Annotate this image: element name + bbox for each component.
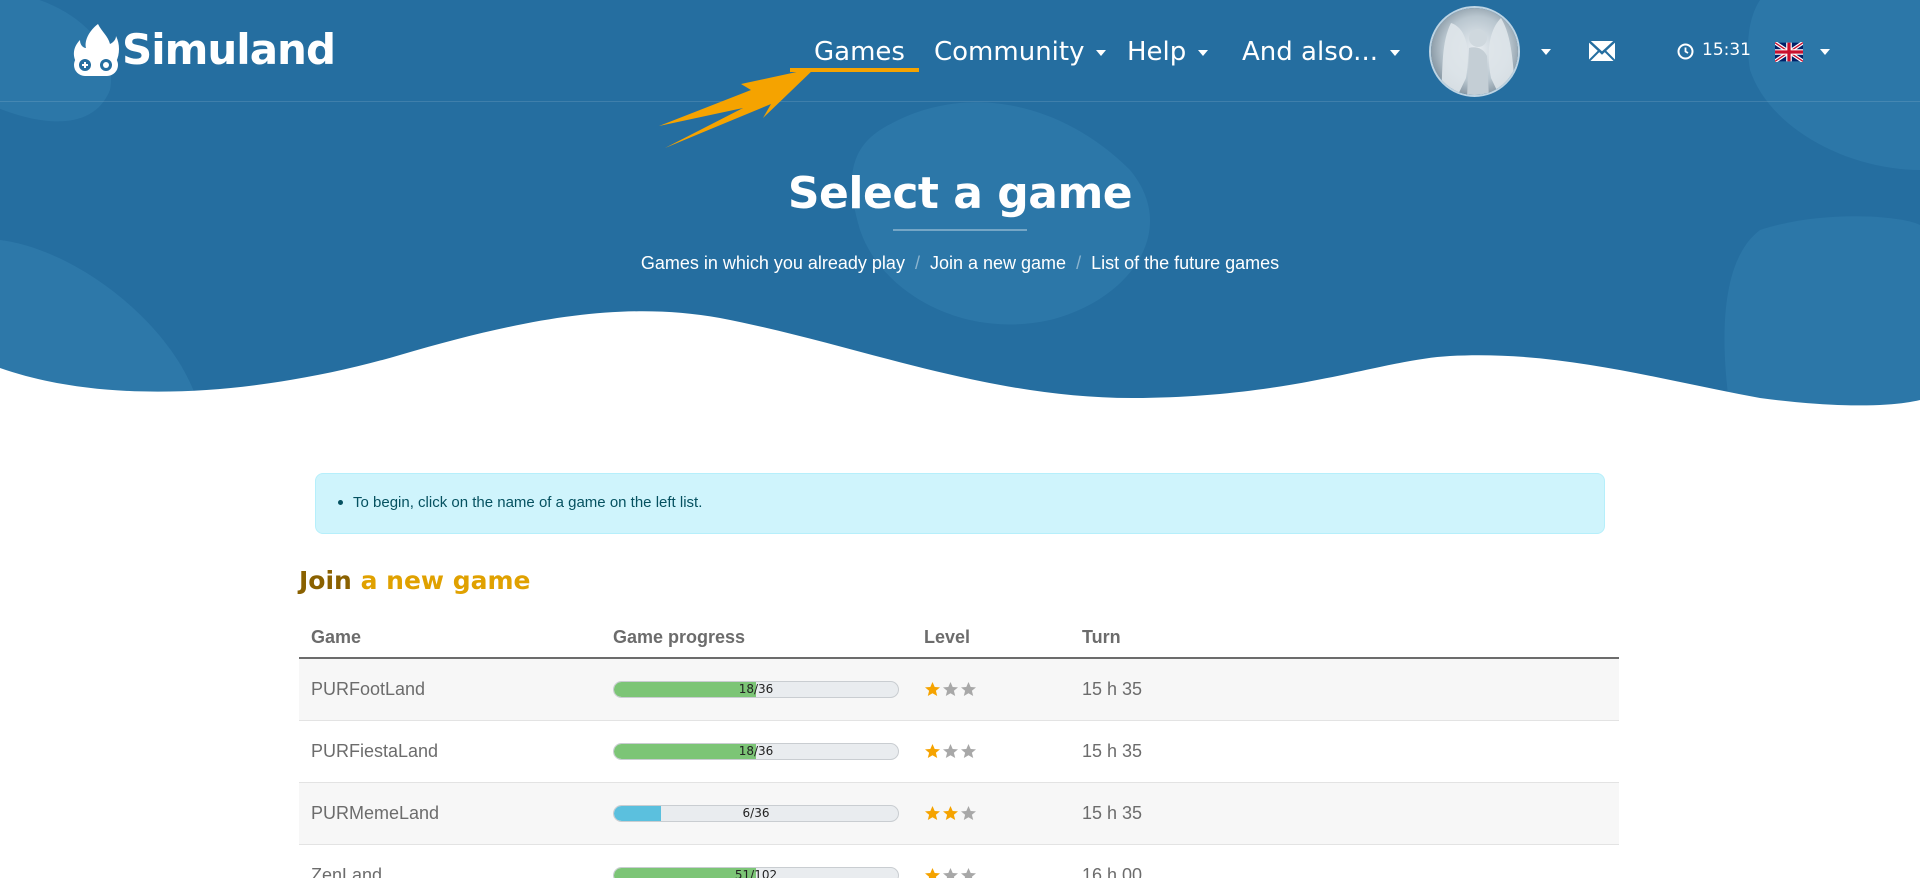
star-icon xyxy=(961,867,976,878)
level-stars xyxy=(924,867,1058,878)
game-progress-cell: 6/36 xyxy=(601,782,912,845)
game-turn: 16 h 00 xyxy=(1082,864,1143,878)
game-name[interactable]: PURFootLand xyxy=(311,679,425,699)
page-title: Select a game xyxy=(787,168,1133,219)
alert-item: To begin, click on the name of a game on… xyxy=(338,494,1604,511)
section-title-rest: a new game xyxy=(360,566,531,595)
game-level-cell xyxy=(912,720,1070,783)
column-header-turn[interactable]: Turn xyxy=(1070,617,1619,659)
info-alert: To begin, click on the name of a game on… xyxy=(315,473,1605,534)
hero-banner: Simuland Games Community Help And also..… xyxy=(0,0,1920,410)
chevron-down-icon xyxy=(1198,50,1209,56)
gamepad-flame-icon xyxy=(73,24,119,76)
language-chevron-icon[interactable] xyxy=(1820,49,1830,55)
column-header-level[interactable]: Level xyxy=(912,617,1070,659)
game-name-cell[interactable]: PURMemeLand xyxy=(299,782,601,845)
breadcrumb-separator: / xyxy=(1076,253,1082,273)
table-row[interactable]: PURMemeLand 6/36 15 h 35 xyxy=(299,782,1619,845)
games-table: Game Game progress Level Turn PURFootLan… xyxy=(299,617,1619,878)
nav-and-also-label: And also... xyxy=(1242,37,1378,67)
chevron-down-icon xyxy=(1096,50,1107,56)
alert-list: To begin, click on the name of a game on… xyxy=(338,494,1604,511)
breadcrumb-separator: / xyxy=(914,253,920,273)
progress-bar: 51/102 xyxy=(613,866,899,878)
breadcrumb: Games in which you already play / Join a n… xyxy=(0,253,1920,274)
game-name-cell[interactable]: PURFootLand xyxy=(299,658,601,721)
progress-label: 51/102 xyxy=(734,867,778,878)
section-title-word1: Join xyxy=(299,566,352,595)
level-stars xyxy=(924,681,1058,698)
game-turn-cell: 15 h 35 xyxy=(1070,658,1619,721)
clock-icon xyxy=(1677,43,1694,60)
level-stars xyxy=(924,805,1058,822)
column-header-game[interactable]: Game xyxy=(299,617,601,659)
simuland-logo[interactable]: Simuland xyxy=(72,22,336,78)
table-row[interactable]: PURFiestaLand 18/36 15 h 35 xyxy=(299,720,1619,783)
game-level-cell xyxy=(912,782,1070,845)
user-menu-chevron-icon[interactable] xyxy=(1541,49,1551,55)
nav-help[interactable]: Help xyxy=(1127,30,1209,74)
section-title: Join a new game xyxy=(299,566,530,595)
game-progress-cell: 18/36 xyxy=(601,658,912,721)
star-icon xyxy=(961,743,976,758)
star-icon xyxy=(925,681,940,696)
game-turn: 15 h 35 xyxy=(1082,678,1143,699)
title-divider xyxy=(893,229,1027,231)
brand-name: Simuland xyxy=(122,25,336,74)
progress-label: 6/36 xyxy=(742,805,770,820)
star-icon xyxy=(925,805,940,820)
game-turn: 15 h 35 xyxy=(1082,802,1143,823)
star-icon xyxy=(943,867,958,878)
arrow-annotation-icon xyxy=(659,68,815,148)
game-name-cell[interactable]: PURFiestaLand xyxy=(299,720,601,783)
game-name[interactable]: PURFiestaLand xyxy=(311,741,438,761)
star-icon xyxy=(943,681,958,696)
star-icon xyxy=(961,805,976,820)
game-turn: 15 h 35 xyxy=(1082,740,1143,761)
game-name[interactable]: ZenLand xyxy=(311,865,382,878)
uk-flag-icon[interactable] xyxy=(1775,42,1803,62)
server-time: 15:31 xyxy=(1702,40,1751,60)
nav-and-also[interactable]: And also... xyxy=(1242,30,1400,74)
game-level-cell xyxy=(912,658,1070,721)
nav-community-label: Community xyxy=(934,37,1085,67)
breadcrumb-join-new-game[interactable]: Join a new game xyxy=(930,253,1066,273)
nav-games-label: Games xyxy=(814,37,905,67)
game-level-cell xyxy=(912,844,1070,878)
table-row[interactable]: ZenLand 51/102 16 h 00 xyxy=(299,844,1619,878)
level-stars xyxy=(924,743,1058,760)
column-header-progress[interactable]: Game progress xyxy=(601,617,912,659)
avatar-image xyxy=(1431,8,1518,95)
game-progress-cell: 51/102 xyxy=(601,844,912,878)
envelope-icon[interactable] xyxy=(1588,39,1616,63)
progress-label: 18/36 xyxy=(738,681,774,696)
star-icon xyxy=(961,681,976,696)
star-icon xyxy=(925,867,940,878)
game-turn-cell: 16 h 00 xyxy=(1070,844,1619,878)
star-icon xyxy=(943,743,958,758)
nav-community[interactable]: Community xyxy=(934,30,1107,74)
game-progress-cell: 18/36 xyxy=(601,720,912,783)
table-header-row: Game Game progress Level Turn xyxy=(299,617,1619,659)
star-icon xyxy=(943,805,958,820)
game-turn-cell: 15 h 35 xyxy=(1070,782,1619,845)
game-name[interactable]: PURMemeLand xyxy=(311,803,439,823)
progress-label: 18/36 xyxy=(738,743,774,758)
chevron-down-icon xyxy=(1389,50,1400,56)
star-icon xyxy=(925,743,940,758)
user-avatar[interactable] xyxy=(1429,6,1520,97)
nav-help-label: Help xyxy=(1127,37,1187,67)
table-row[interactable]: PURFootLand 18/36 15 h 35 xyxy=(299,658,1619,721)
game-turn-cell: 15 h 35 xyxy=(1070,720,1619,783)
progress-bar: 18/36 xyxy=(613,680,899,698)
game-name-cell[interactable]: ZenLand xyxy=(299,844,601,878)
progress-bar: 6/36 xyxy=(613,804,899,822)
progress-bar: 18/36 xyxy=(613,742,899,760)
breadcrumb-games-already-play[interactable]: Games in which you already play xyxy=(641,253,905,273)
breadcrumb-future-games[interactable]: List of the future games xyxy=(1091,253,1279,273)
